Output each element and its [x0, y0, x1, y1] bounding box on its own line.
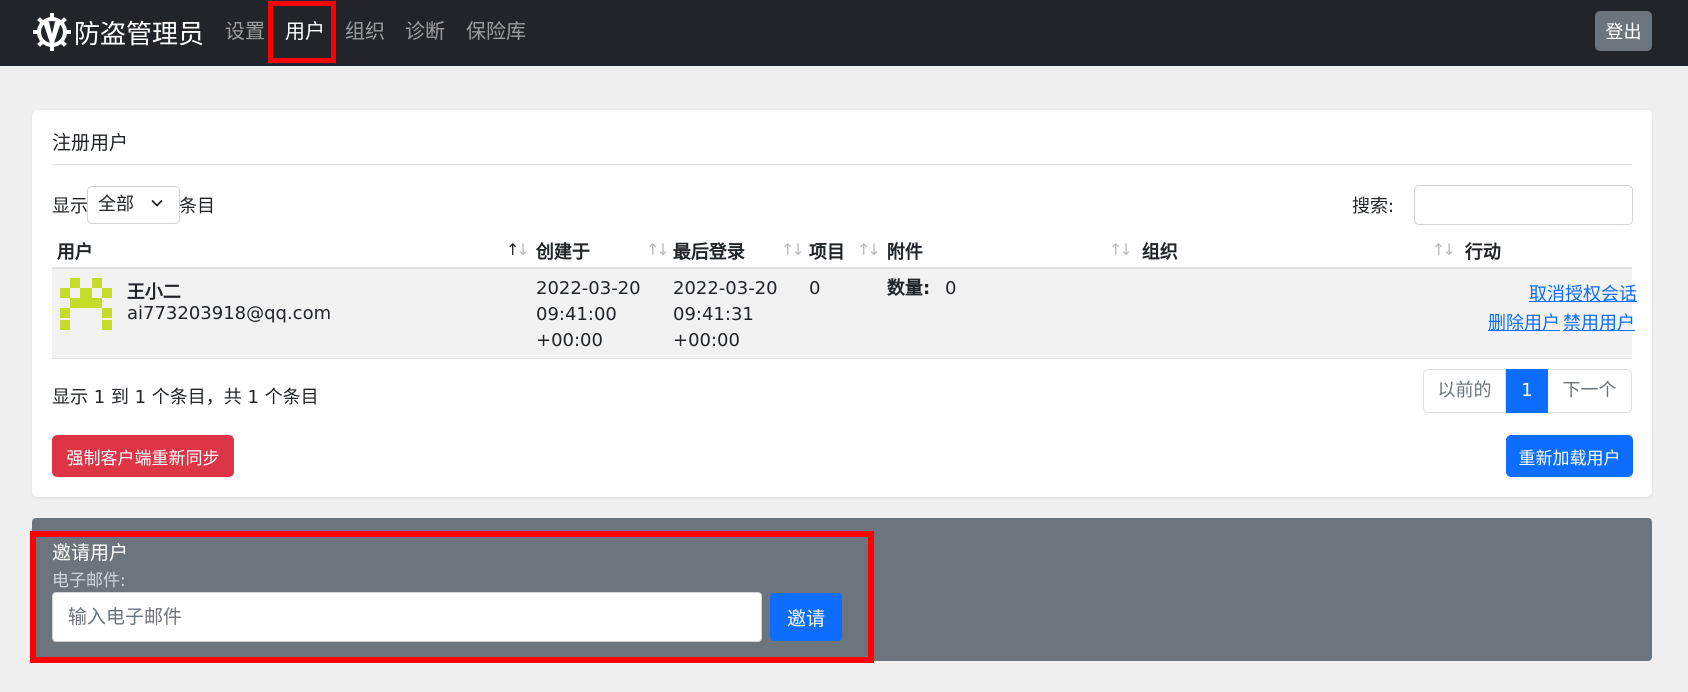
entries-length-select[interactable]: 全部: [87, 186, 180, 224]
invite-user-panel: 邀请用户 电子邮件: 邀请: [32, 518, 1652, 661]
disable-user-link[interactable]: 禁用用户: [1563, 309, 1635, 335]
column-header-actions: 行动: [1465, 242, 1501, 263]
user-avatar-identicon: [60, 278, 112, 330]
sort-asc-icon[interactable]: ↑↓: [506, 240, 530, 259]
column-header-user[interactable]: 用户: [57, 238, 93, 264]
pagination: 以前的 1 下一个: [1423, 369, 1632, 413]
top-navbar: 防盗管理员 设置 用户 组织 诊断 保险库 登出: [0, 0, 1688, 66]
brand[interactable]: 防盗管理员: [32, 10, 204, 54]
created-tz: +00:00: [536, 330, 603, 351]
last-login-tz: +00:00: [673, 330, 740, 351]
pagination-page-1[interactable]: 1: [1506, 369, 1548, 413]
last-login-date: 2022-03-20: [673, 278, 778, 299]
logout-button[interactable]: 登出: [1595, 11, 1652, 51]
invite-title: 邀请用户: [52, 542, 129, 564]
nav-organizations[interactable]: 组织: [345, 14, 385, 48]
column-header-organizations[interactable]: 组织: [1142, 238, 1178, 264]
length-prefix-label: 显示: [52, 196, 88, 217]
invite-button[interactable]: 邀请: [770, 593, 842, 641]
force-resync-button[interactable]: 强制客户端重新同步: [52, 435, 234, 477]
created-time: 09:41:00: [536, 304, 617, 325]
card-divider: [52, 164, 1632, 165]
vaultwarden-logo-icon: [33, 13, 71, 51]
attachments-label: 数量:: [887, 278, 931, 299]
sort-icon[interactable]: ↑↓: [857, 240, 881, 259]
attachments-count: 0: [945, 278, 957, 299]
items-count: 0: [809, 278, 821, 299]
nav-users[interactable]: 用户: [285, 14, 325, 48]
column-header-last-login[interactable]: 最后登录: [673, 238, 745, 264]
entries-length-value: 全部: [98, 194, 134, 215]
table-info: 显示 1 到 1 个条目，共 1 个条目: [52, 387, 319, 408]
nav-diagnostics[interactable]: 诊断: [405, 14, 445, 48]
column-header-created[interactable]: 创建于: [536, 238, 590, 264]
card-title: 注册用户: [52, 132, 129, 154]
invite-email-input[interactable]: [52, 592, 762, 642]
nav-settings[interactable]: 设置: [225, 14, 265, 48]
sort-icon[interactable]: ↑↓: [646, 240, 670, 259]
last-login-time: 09:41:31: [673, 304, 754, 325]
user-email: ai773203918@qq.com: [127, 303, 332, 324]
column-header-items[interactable]: 项目: [809, 238, 845, 264]
length-suffix-label: 条目: [179, 196, 215, 217]
invite-email-label: 电子邮件:: [52, 571, 126, 591]
pagination-previous[interactable]: 以前的: [1423, 369, 1506, 413]
brand-title: 防盗管理员: [74, 19, 205, 50]
created-date: 2022-03-20: [536, 278, 641, 299]
sort-icon[interactable]: ↑↓: [1109, 240, 1133, 259]
search-input[interactable]: [1414, 185, 1633, 225]
delete-user-link[interactable]: 删除用户: [1488, 309, 1560, 335]
search-label: 搜索:: [1352, 196, 1395, 217]
sort-icon[interactable]: ↑↓: [781, 240, 805, 259]
deauthorize-sessions-link[interactable]: 取消授权会话: [1529, 280, 1637, 306]
nav-vault[interactable]: 保险库: [466, 14, 526, 48]
user-name: 王小二: [127, 282, 181, 303]
column-header-attachments[interactable]: 附件: [887, 238, 923, 264]
chevron-down-icon: [151, 199, 163, 207]
pagination-next[interactable]: 下一个: [1548, 369, 1632, 413]
sort-icon[interactable]: ↑↓: [1432, 240, 1456, 259]
registered-users-card: 注册用户 显示 全部 条目 搜索: 用户 ↑↓ 创建于 ↑↓ 最后登录 ↑↓ 项…: [32, 110, 1652, 497]
reload-users-button[interactable]: 重新加载用户: [1506, 435, 1633, 477]
